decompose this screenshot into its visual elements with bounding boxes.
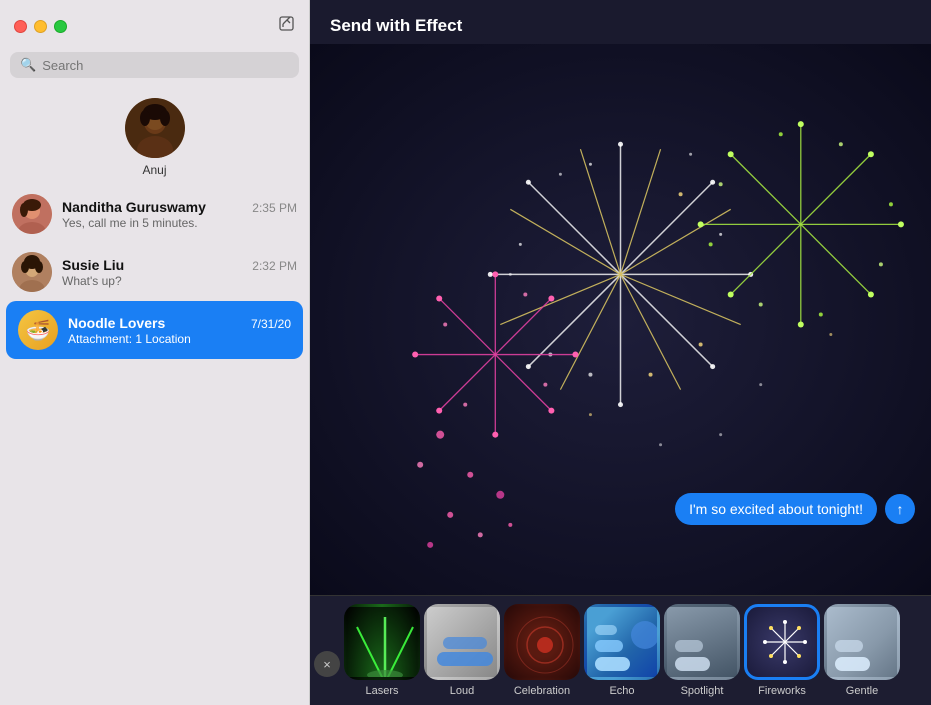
conv-name-noodle: Noodle Lovers xyxy=(68,315,165,331)
conv-body-noodle: Noodle Lovers 7/31/20 Attachment: 1 Loca… xyxy=(68,315,291,346)
close-button[interactable] xyxy=(14,20,27,33)
effect-thumb-gentle xyxy=(824,604,900,680)
send-button[interactable]: ↑ xyxy=(885,494,915,524)
effect-label-fireworks: Fireworks xyxy=(758,685,806,697)
effect-item-fireworks[interactable]: Fireworks xyxy=(744,604,820,697)
conv-time-noodle: 7/31/20 xyxy=(251,317,291,331)
effect-item-spotlight[interactable]: Spotlight xyxy=(664,604,740,697)
effect-item-celebration[interactable]: Celebration xyxy=(504,604,580,697)
effect-item-lasers[interactable]: Lasers xyxy=(344,604,420,697)
effect-thumb-loud xyxy=(424,604,500,680)
page-title: Send with Effect xyxy=(330,16,462,35)
avatar-susie xyxy=(12,252,52,292)
conversation-item-noodle[interactable]: 🍜 Noodle Lovers 7/31/20 Attachment: 1 Lo… xyxy=(6,301,303,359)
avatar-noodle: 🍜 xyxy=(18,310,58,350)
effect-label-loud: Loud xyxy=(450,685,474,697)
conv-time-susie: 2:32 PM xyxy=(252,259,297,273)
conv-body-nanditha: Nanditha Guruswamy 2:35 PM Yes, call me … xyxy=(62,199,297,230)
maximize-button[interactable] xyxy=(54,20,67,33)
message-bubble: I'm so excited about tonight! xyxy=(675,493,877,525)
effect-thumb-lasers xyxy=(344,604,420,680)
conv-preview-nanditha: Yes, call me in 5 minutes. xyxy=(62,216,297,230)
effect-label-echo: Echo xyxy=(609,685,634,697)
pinned-contact-name: Anuj xyxy=(142,163,166,177)
traffic-lights xyxy=(14,20,67,33)
effect-item-echo[interactable]: Echo xyxy=(584,604,660,697)
conv-name-susie: Susie Liu xyxy=(62,257,124,273)
close-effects-button[interactable]: × xyxy=(314,651,340,677)
search-input[interactable] xyxy=(42,58,289,73)
search-bar[interactable]: 🔍 xyxy=(10,52,299,78)
conv-time-nanditha: 2:35 PM xyxy=(252,201,297,215)
effect-item-loud[interactable]: Loud xyxy=(424,604,500,697)
effect-label-lasers: Lasers xyxy=(365,685,398,697)
effect-strip: × Lasers Loud xyxy=(310,595,931,705)
main-header: Send with Effect xyxy=(310,0,931,44)
conv-preview-susie: What's up? xyxy=(62,274,297,288)
effect-thumb-spotlight xyxy=(664,604,740,680)
conversation-item-nanditha[interactable]: Nanditha Guruswamy 2:35 PM Yes, call me … xyxy=(0,185,309,243)
effect-label-celebration: Celebration xyxy=(514,685,570,697)
conversation-list: Anuj Nanditha Guruswamy 2:35 PM Y xyxy=(0,86,309,705)
effect-thumb-celebration xyxy=(504,604,580,680)
conversation-item-susie[interactable]: Susie Liu 2:32 PM What's up? xyxy=(0,243,309,301)
effect-thumb-echo xyxy=(584,604,660,680)
avatar-anuj xyxy=(125,98,185,158)
minimize-button[interactable] xyxy=(34,20,47,33)
effect-label-spotlight: Spotlight xyxy=(681,685,724,697)
effect-thumb-fireworks xyxy=(744,604,820,680)
main-panel: Send with Effect xyxy=(310,0,931,705)
conv-name-nanditha: Nanditha Guruswamy xyxy=(62,199,206,215)
titlebar xyxy=(0,0,309,52)
pinned-contact-anuj[interactable]: Anuj xyxy=(0,86,309,185)
sidebar: 🔍 Anuj xyxy=(0,0,310,705)
effect-label-gentle: Gentle xyxy=(846,685,878,697)
message-area: I'm so excited about tonight! ↑ xyxy=(675,493,915,525)
avatar-nanditha xyxy=(12,194,52,234)
search-icon: 🔍 xyxy=(20,57,36,73)
fireworks-canvas: I'm so excited about tonight! ↑ xyxy=(310,44,931,595)
conv-body-susie: Susie Liu 2:32 PM What's up? xyxy=(62,257,297,288)
compose-button[interactable] xyxy=(278,15,295,37)
effect-item-gentle[interactable]: Gentle xyxy=(824,604,900,697)
conv-preview-noodle: Attachment: 1 Location xyxy=(68,332,291,346)
